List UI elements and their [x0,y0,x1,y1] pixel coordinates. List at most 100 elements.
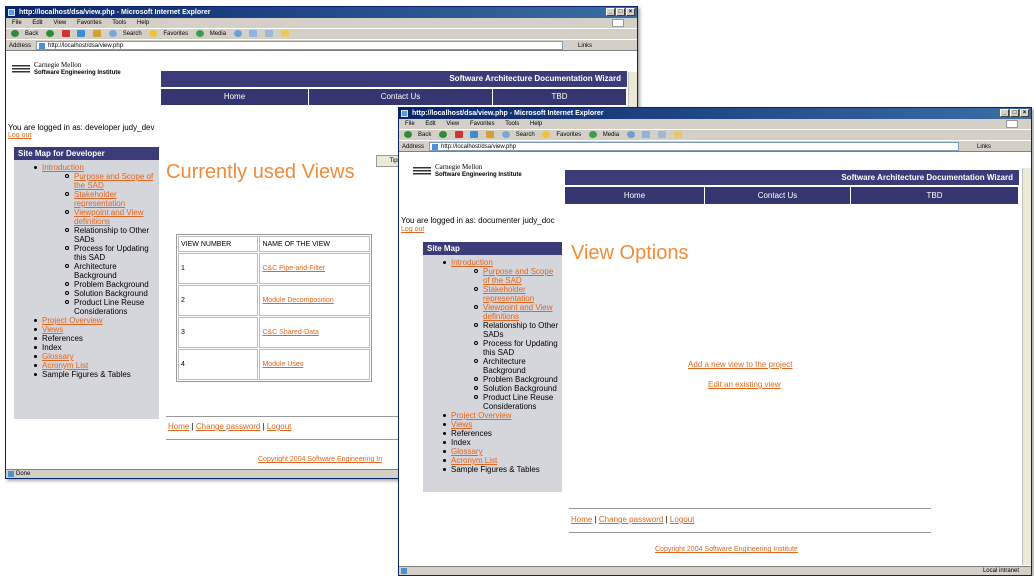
logout-link[interactable]: Log out [8,132,31,139]
front-browser-window[interactable]: http://localhost/dsa/view.php - Microsof… [398,107,1032,576]
menu-edit[interactable]: Edit [32,20,42,26]
view-number-cell: 4 [178,349,259,380]
mail-icon[interactable] [249,29,258,37]
media-button[interactable]: Media [210,31,226,37]
media-icon[interactable] [588,130,597,138]
sitemap-item-views[interactable]: Views [423,420,562,429]
media-icon[interactable] [195,29,204,37]
forward-arrow-icon[interactable] [46,29,55,37]
menu-help[interactable]: Help [530,121,542,127]
history-icon[interactable] [626,130,635,138]
search-button[interactable]: Search [516,132,535,138]
back-button[interactable]: Back [418,132,431,138]
sitemap-item-introduction[interactable]: Introduction Purpose and Scope of the SA… [14,163,159,316]
stop-icon[interactable] [61,29,70,37]
logout-link[interactable]: Log out [401,226,424,233]
sitemap-item-introduction[interactable]: Introduction Purpose and Scope of the SA… [423,258,562,411]
print-icon[interactable] [658,130,667,138]
media-button[interactable]: Media [603,132,619,138]
print-icon[interactable] [265,29,274,37]
sitemap-sub-item[interactable]: Viewpoint and View definitions [423,303,562,321]
back-button[interactable]: Back [25,31,38,37]
nav-tbd[interactable]: TBD [851,187,1019,204]
view-name-link[interactable]: Module Decomposition [259,285,370,316]
close-button[interactable]: × [626,8,635,16]
view-name-link[interactable]: C&C Pipe-and-Filter [259,253,370,284]
folder-icon[interactable] [673,130,682,138]
home-icon[interactable] [486,130,495,138]
sitemap-item-project-overview[interactable]: Project Overview [14,316,159,325]
nav-tbd[interactable]: TBD [493,89,627,105]
cmu-sei-logo: Carnegie Mellon Software Engineering Ins… [413,163,563,181]
sitemap-item-project-overview[interactable]: Project Overview [423,411,562,420]
favorites-star-icon[interactable] [149,29,158,37]
favorites-button[interactable]: Favorites [163,31,188,37]
copyright-link[interactable]: Copyright 2004 Software Engineering In [258,456,382,463]
search-icon[interactable] [501,130,510,138]
menu-favorites[interactable]: Favorites [470,121,495,127]
front-title-bar[interactable]: http://localhost/dsa/view.php - Microsof… [399,108,1031,119]
favorites-button[interactable]: Favorites [556,132,581,138]
footer-change-password-link[interactable]: Change password [196,422,260,431]
sitemap-sub-item: Architecture Background [14,262,159,280]
copyright-link[interactable]: Copyright 2004 Software Engineering Inst… [655,546,798,553]
refresh-icon[interactable] [77,29,86,37]
back-title-bar[interactable]: http://localhost/dsa/view.php - Microsof… [6,7,637,18]
sitemap-sub-item[interactable]: Purpose and Scope of the SAD [423,267,562,285]
minimize-button[interactable]: _ [606,8,615,16]
close-button[interactable]: × [1020,109,1029,117]
sitemap-sub-item[interactable]: Viewpoint and View definitions [14,208,159,226]
folder-icon[interactable] [280,29,289,37]
edit-existing-view-link[interactable]: Edit an existing view [708,380,780,389]
sitemap-sub-item: Problem Background [14,280,159,289]
add-new-view-link[interactable]: Add a new view to the project [688,360,793,369]
sitemap-item-acronym-list[interactable]: Acronym List [14,361,159,370]
menu-tools[interactable]: Tools [505,121,519,127]
nav-home[interactable]: Home [565,187,705,204]
sitemap-sub-item[interactable]: Stakeholder representation [423,285,562,303]
footer-home-link[interactable]: Home [168,422,189,431]
menu-help[interactable]: Help [137,20,149,26]
favorites-star-icon[interactable] [542,130,551,138]
address-input[interactable]: http://localhost/dsa/view.php [36,41,563,50]
footer-change-password-link[interactable]: Change password [599,515,663,524]
front-vertical-scrollbar[interactable] [1022,168,1031,565]
minimize-button[interactable]: _ [1000,109,1009,117]
front-window-title: http://localhost/dsa/view.php - Microsof… [412,110,604,117]
maximize-button[interactable]: □ [1010,109,1019,117]
menu-view[interactable]: View [446,121,459,127]
menu-file[interactable]: File [12,20,22,26]
mail-icon[interactable] [642,130,651,138]
search-icon[interactable] [108,29,117,37]
address-value: http://localhost/dsa/view.php [48,43,124,49]
sitemap-sub-item[interactable]: Purpose and Scope of the SAD [14,172,159,190]
menu-tools[interactable]: Tools [112,20,126,26]
history-icon[interactable] [233,29,242,37]
search-button[interactable]: Search [123,31,142,37]
footer-logout-link[interactable]: Logout [267,422,291,431]
back-arrow-icon[interactable] [404,130,412,138]
sitemap-item-glossary[interactable]: Glossary [423,447,562,456]
footer-home-link[interactable]: Home [571,515,592,524]
menu-file[interactable]: File [405,121,415,127]
menu-view[interactable]: View [53,20,66,26]
refresh-icon[interactable] [470,130,479,138]
sitemap-item-views[interactable]: Views [14,325,159,334]
sitemap-item-glossary[interactable]: Glossary [14,352,159,361]
nav-home[interactable]: Home [161,89,309,105]
stop-icon[interactable] [454,130,463,138]
maximize-button[interactable]: □ [616,8,625,16]
view-name-link[interactable]: Module Uses [259,349,370,380]
menu-favorites[interactable]: Favorites [77,20,102,26]
sitemap-item-acronym-list[interactable]: Acronym List [423,456,562,465]
menu-edit[interactable]: Edit [425,121,435,127]
nav-contact-us[interactable]: Contact Us [309,89,493,105]
address-input[interactable]: http://localhost/dsa/view.php [429,142,959,151]
back-arrow-icon[interactable] [11,29,19,37]
home-icon[interactable] [93,29,102,37]
view-name-link[interactable]: C&C Shared-Data [259,317,370,348]
footer-logout-link[interactable]: Logout [670,515,694,524]
nav-contact-us[interactable]: Contact Us [705,187,851,204]
sitemap-sub-item[interactable]: Stakeholder representation [14,190,159,208]
forward-arrow-icon[interactable] [439,130,448,138]
